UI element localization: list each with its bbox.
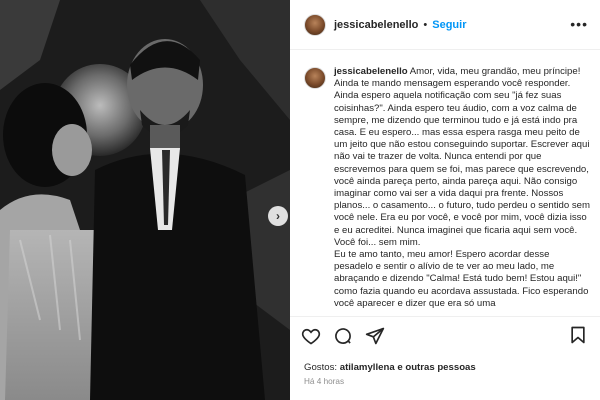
post-username[interactable]: jessicabelenello [334, 19, 418, 31]
chevron-right-icon: › [276, 209, 280, 223]
caption-area: jessicabelenello Amor, vida, meu grandão… [290, 50, 600, 316]
couple-photo-illustration [0, 0, 290, 400]
likes-prefix: Gostos: [304, 362, 340, 373]
caption-paragraph: jessicabelenello Amor, vida, meu grandão… [334, 66, 590, 249]
next-photo-button[interactable]: › [268, 206, 288, 226]
caption-paragraph: Eu te amo tanto, meu amor! Espero acorda… [334, 249, 589, 309]
post-photo: › [0, 0, 290, 400]
more-horizontal-icon[interactable]: ••• [570, 16, 588, 32]
post-header: jessicabelenello • Seguir ••• [290, 0, 600, 50]
caption-text: jessicabelenello Amor, vida, meu grandão… [334, 66, 590, 316]
like-button[interactable] [300, 325, 322, 347]
action-icons [300, 325, 386, 347]
bookmark-icon [571, 326, 585, 344]
likes-summary: Gostos: atilamyllena e outras pessoas [304, 362, 476, 373]
likes-others[interactable]: e outras pessoas [395, 362, 475, 373]
liked-by-user[interactable]: atilamyllena [340, 362, 395, 373]
share-button[interactable] [364, 325, 386, 347]
heart-icon [301, 328, 321, 345]
post-side-panel: jessicabelenello • Seguir ••• jessicabel… [290, 0, 600, 400]
post-timestamp[interactable]: Há 4 horas [304, 377, 344, 386]
save-button[interactable] [568, 325, 590, 347]
post-actions: Gostos: atilamyllena e outras pessoas Há… [290, 316, 600, 400]
caption-body: Amor, vida, meu grandão, meu príncipe! A… [334, 66, 590, 248]
comment-button[interactable] [332, 325, 354, 347]
comment-icon [335, 328, 351, 344]
follow-button[interactable]: Seguir [432, 19, 466, 31]
profile-avatar[interactable] [304, 13, 326, 36]
caption-username[interactable]: jessicabelenello [334, 66, 408, 77]
caption-avatar[interactable] [304, 67, 326, 89]
share-icon [365, 327, 385, 345]
separator-dot: • [423, 18, 428, 31]
